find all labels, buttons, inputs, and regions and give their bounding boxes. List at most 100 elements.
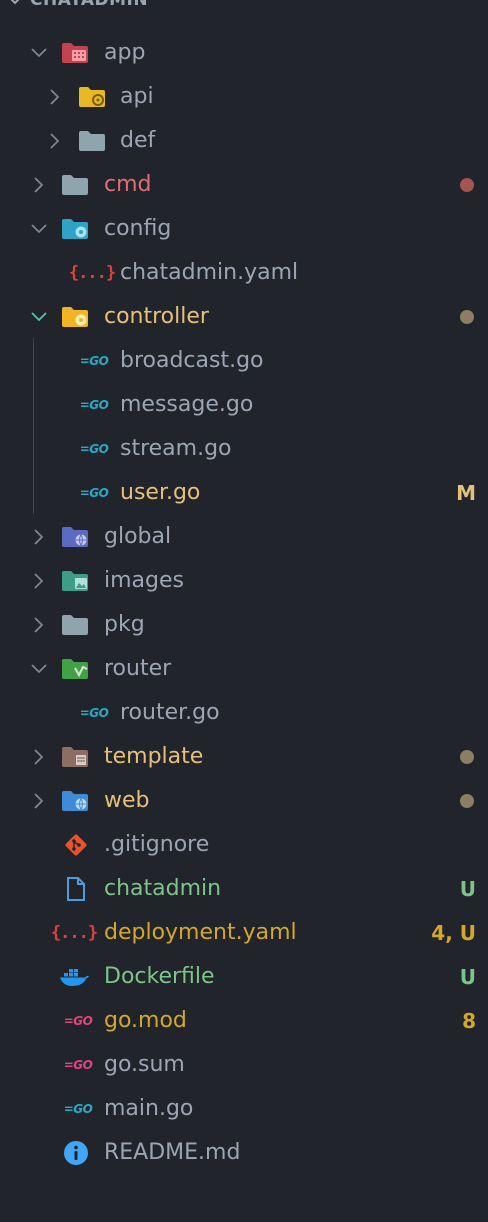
tree-item-label: chatadmin [104, 876, 222, 901]
tree-item-label: router.go [120, 700, 220, 725]
git-icon [60, 832, 92, 858]
chevron-down-icon [0, 0, 30, 5]
problem-count-badge: 8 [462, 1009, 476, 1033]
modified-dot [460, 794, 474, 808]
tree-item-label: pkg [104, 612, 145, 637]
tree-item-label: deployment.yaml [104, 920, 297, 945]
api-folder-icon [76, 84, 108, 110]
images-folder-icon [59, 568, 91, 594]
tree-item-label: broadcast.go [120, 348, 264, 373]
modified-dot [460, 310, 474, 324]
go-icon: =GO [79, 398, 109, 412]
info-icon [60, 1140, 92, 1166]
tree-item-cmd[interactable]: cmd [0, 163, 488, 207]
tree-item-go-sum[interactable]: =GO go.sum [0, 1043, 488, 1087]
tree-item-images[interactable]: images [0, 559, 488, 603]
template-folder-icon [59, 744, 91, 770]
tree-item-label: chatadmin.yaml [120, 260, 299, 285]
tree-item-app[interactable]: app [0, 31, 488, 75]
go-icon: =GO [79, 442, 109, 456]
web-folder-icon [59, 788, 91, 814]
go-icon: =GO [63, 1102, 93, 1116]
tree-item-stream-go[interactable]: =GO stream.go [0, 427, 488, 471]
docker-icon [58, 964, 90, 990]
problem-dot [460, 178, 474, 192]
tree-item-label: global [104, 524, 172, 549]
tree-item-chatadmin[interactable]: chatadmin U [0, 867, 488, 911]
chevron-down-icon [28, 306, 50, 328]
chevron-right-icon [44, 86, 66, 108]
config-folder-icon [59, 216, 91, 242]
git-status-badge: 4, U [431, 921, 476, 945]
tree-item-label: web [104, 788, 150, 813]
tree-item-label: main.go [104, 1096, 194, 1121]
tree-item-label: README.md [104, 1140, 241, 1165]
chevron-right-icon [28, 746, 50, 768]
tree-item-config[interactable]: config [0, 207, 488, 251]
explorer-section-header[interactable]: CHATADMIN [0, 0, 148, 12]
chevron-down-icon [28, 42, 50, 64]
tree-item-label: def [120, 128, 156, 153]
gomod-icon: =GO [63, 1014, 93, 1028]
tree-item-def[interactable]: def [0, 119, 488, 163]
tree-item-label: app [104, 40, 146, 65]
chevron-right-icon [28, 174, 50, 196]
tree-item-label: stream.go [120, 436, 232, 461]
tree-item-label: config [104, 216, 172, 241]
router-folder-icon [59, 656, 91, 682]
tree-item-router[interactable]: router [0, 647, 488, 691]
chevron-right-icon [28, 526, 50, 548]
tree-item-label: go.sum [104, 1052, 185, 1077]
tree-item-label: message.go [120, 392, 254, 417]
tree-item-template[interactable]: template [0, 735, 488, 779]
file-icon [60, 876, 92, 902]
yaml-icon: {...} [68, 263, 116, 283]
tree-item-go-mod[interactable]: =GO go.mod 8 [0, 999, 488, 1043]
tree-item-deployment-yaml[interactable]: {...} deployment.yaml 4, U [0, 911, 488, 955]
tree-item-label: user.go [120, 480, 201, 505]
tree-item-label: router [104, 656, 172, 681]
tree-item-api[interactable]: api [0, 75, 488, 119]
tree-item-controller[interactable]: controller [0, 295, 488, 339]
chevron-right-icon [28, 790, 50, 812]
tree-item-label: controller [104, 304, 209, 329]
tree-item-router-go[interactable]: =GO router.go [0, 691, 488, 735]
tree-item-label: .gitignore [104, 832, 210, 857]
modified-dot [460, 750, 474, 764]
file-explorer: CHATADMIN app api def cmd config {...} c… [0, 0, 488, 1222]
go-icon: =GO [79, 486, 109, 500]
tree-item-broadcast-go[interactable]: =GO broadcast.go [0, 339, 488, 383]
tree-item-main-go[interactable]: =GO main.go [0, 1087, 488, 1131]
tree-item-message-go[interactable]: =GO message.go [0, 383, 488, 427]
chevron-right-icon [28, 614, 50, 636]
go-icon: =GO [79, 706, 109, 720]
yaml-icon: {...} [50, 923, 98, 943]
tree-item-global[interactable]: global [0, 515, 488, 559]
global-folder-icon [59, 524, 91, 550]
tree-item-chatadmin-yaml[interactable]: {...} chatadmin.yaml [0, 251, 488, 295]
controller-folder-icon [59, 304, 91, 330]
tree-item-gitignore[interactable]: .gitignore [0, 823, 488, 867]
chevron-down-icon [28, 658, 50, 680]
go-icon: =GO [79, 354, 109, 368]
chevron-down-icon [28, 218, 50, 240]
tree-item-label: images [104, 568, 184, 593]
folder-icon [76, 128, 108, 154]
tree-item-readme[interactable]: README.md [0, 1131, 488, 1175]
tree-item-label: Dockerfile [104, 964, 215, 989]
git-status-badge: M [456, 481, 476, 505]
tree-item-dockerfile[interactable]: Dockerfile U [0, 955, 488, 999]
git-status-badge: U [459, 965, 476, 989]
folder-icon [59, 612, 91, 638]
git-status-badge: U [459, 877, 476, 901]
tree-item-label: cmd [104, 172, 152, 197]
tree-item-pkg[interactable]: pkg [0, 603, 488, 647]
tree-item-label: api [120, 84, 154, 109]
chevron-right-icon [28, 570, 50, 592]
app-folder-icon [59, 40, 91, 66]
tree-item-label: template [104, 744, 204, 769]
explorer-section-title: CHATADMIN [30, 0, 149, 10]
tree-item-web[interactable]: web [0, 779, 488, 823]
folder-icon [59, 172, 91, 198]
tree-item-user-go[interactable]: =GO user.go M [0, 471, 488, 515]
